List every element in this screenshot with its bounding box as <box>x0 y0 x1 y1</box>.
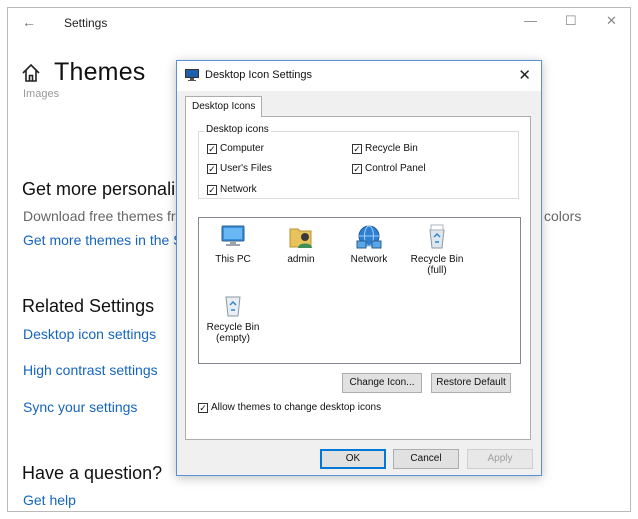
dialog-close-icon[interactable]: ✕ <box>518 66 531 84</box>
icon-sublabel: (full) <box>427 265 447 276</box>
minimize-icon[interactable]: — <box>524 13 537 28</box>
maximize-icon[interactable]: ☐ <box>565 13 577 29</box>
download-text: Download free themes fro <box>23 208 184 224</box>
allow-themes-checkbox[interactable]: ✓ Allow themes to change desktop icons <box>198 402 381 413</box>
dialog-titlebar: Desktop Icon Settings ✕ <box>177 61 541 91</box>
checkbox-box: ✓ <box>198 402 208 413</box>
related-settings-heading: Related Settings <box>22 296 155 316</box>
home-icon <box>22 63 40 82</box>
tab-panel: Desktop icons ✓ Computer ✓ User's Files … <box>185 116 531 440</box>
icon-label: admin <box>287 254 315 265</box>
checkbox-label: Control Panel <box>365 163 426 174</box>
checkbox-label: Allow themes to change desktop icons <box>211 402 382 413</box>
checkbox-box: ✓ <box>207 184 217 195</box>
tab-desktop-icons[interactable]: Desktop Icons <box>185 96 263 117</box>
list-item[interactable]: Recycle Bin (empty) <box>201 292 265 344</box>
back-arrow-icon[interactable]: ← <box>22 14 36 30</box>
high-contrast-settings-link[interactable]: High contrast settings <box>23 362 158 378</box>
checkbox-box: ✓ <box>352 143 362 154</box>
icon-label: Recycle Bin <box>410 254 464 265</box>
desktop-icon-list: This PC admin Network Recycle Bin (full)… <box>198 217 521 364</box>
page-title: Themes <box>54 58 146 86</box>
checkbox-label: User's Files <box>220 163 272 174</box>
monitor-icon <box>221 225 245 246</box>
checkbox-label: Recycle Bin <box>365 143 418 154</box>
desktop-icons-group: Desktop icons ✓ Computer ✓ User's Files … <box>198 124 519 199</box>
question-heading: Have a question? <box>22 463 163 483</box>
user-folder-icon <box>289 228 312 248</box>
ok-button[interactable]: OK <box>320 449 386 469</box>
close-icon[interactable]: ✕ <box>606 13 617 29</box>
settings-window-title: Settings <box>64 16 108 30</box>
cancel-button[interactable]: Cancel <box>393 449 459 469</box>
settings-titlebar: ← Settings — ☐ ✕ <box>8 8 630 38</box>
network-icon <box>356 225 382 249</box>
checkbox-box: ✓ <box>352 163 362 174</box>
recycle-bin-full-icon <box>429 224 445 249</box>
desktop-settings-icon <box>185 69 199 81</box>
icon-label: This PC <box>215 254 251 265</box>
desktop-icon-settings-link[interactable]: Desktop icon settings <box>23 326 156 342</box>
icon-label: Network <box>350 254 388 265</box>
recycle-bin-checkbox[interactable]: ✓ Recycle Bin <box>352 143 418 154</box>
get-more-heading: Get more personali <box>22 179 176 199</box>
group-label: Desktop icons <box>204 124 271 135</box>
checkbox-label: Computer <box>220 143 264 154</box>
dialog-title: Desktop Icon Settings <box>205 69 313 81</box>
faded-text: Images <box>23 88 60 100</box>
list-item[interactable]: Network <box>337 224 401 265</box>
get-help-link[interactable]: Get help <box>23 492 76 508</box>
list-item[interactable]: admin <box>269 224 333 265</box>
control-panel-checkbox[interactable]: ✓ Control Panel <box>352 163 426 174</box>
sync-settings-link[interactable]: Sync your settings <box>23 399 137 415</box>
page-header: Themes <box>20 58 146 87</box>
desktop-icon-settings-dialog: Desktop Icon Settings ✕ Desktop Icons De… <box>176 60 542 476</box>
recycle-bin-empty-icon <box>225 296 241 317</box>
network-checkbox[interactable]: ✓ Network <box>207 184 257 195</box>
restore-default-button[interactable]: Restore Default <box>431 373 511 393</box>
change-icon-button[interactable]: Change Icon... <box>342 373 422 393</box>
list-item[interactable]: Recycle Bin (full) <box>405 224 469 276</box>
computer-checkbox[interactable]: ✓ Computer <box>207 143 264 154</box>
users-files-checkbox[interactable]: ✓ User's Files <box>207 163 272 174</box>
icon-label: Recycle Bin <box>206 322 260 333</box>
list-item[interactable]: This PC <box>201 224 265 265</box>
checkbox-label: Network <box>220 184 257 195</box>
apply-button[interactable]: Apply <box>467 449 533 469</box>
checkbox-box: ✓ <box>207 163 217 174</box>
colors-text: colors <box>544 208 582 224</box>
get-more-themes-link[interactable]: Get more themes in the S <box>23 232 183 248</box>
checkbox-box: ✓ <box>207 143 217 154</box>
icon-sublabel: (empty) <box>216 333 250 344</box>
